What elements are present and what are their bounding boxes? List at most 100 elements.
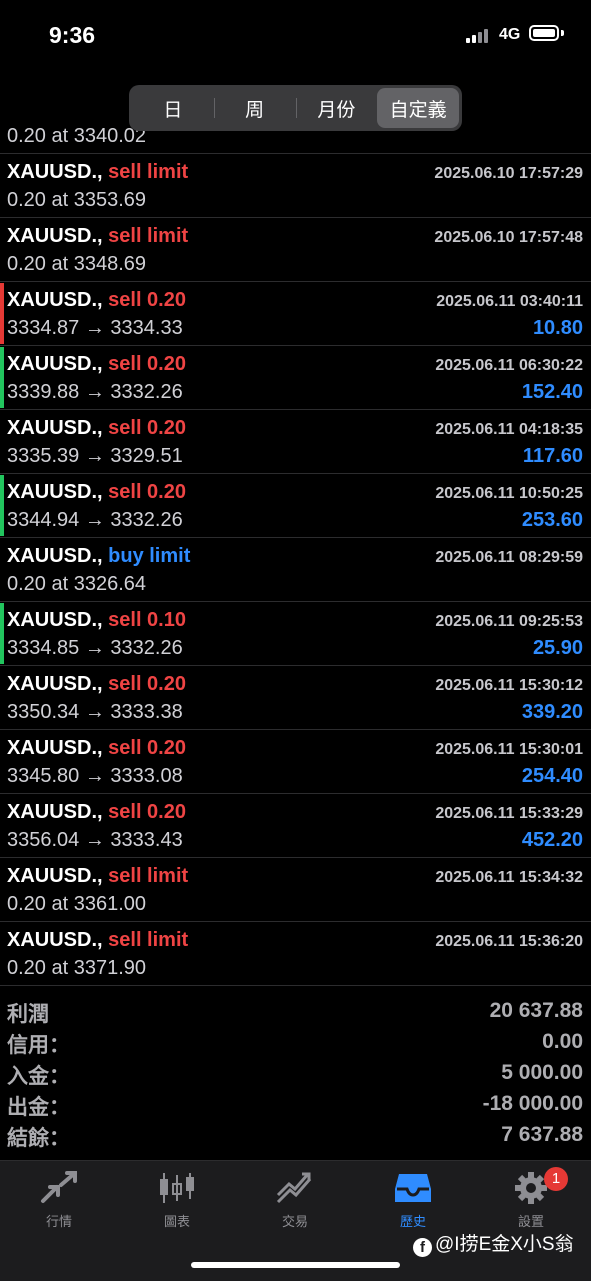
order-profit: 10.80: [532, 317, 583, 339]
tab-label: 交易: [281, 1214, 308, 1229]
order-symbol: XAUUSD.,: [7, 929, 103, 951]
order-detail: 3345.80 → 3333.08: [7, 765, 183, 787]
list-item-order[interactable]: XAUUSD., sell limit 2025.06.10 17:57:29 0.…: [0, 154, 591, 218]
order-symbol: XAUUSD.,: [7, 353, 103, 375]
order-time: 2025.06.11 04:18:35: [435, 421, 583, 438]
summary-label: 出金：: [7, 1096, 70, 1119]
order-time: 2025.06.11 15:30:01: [435, 741, 583, 758]
order-symbol: XAUUSD.,: [7, 225, 103, 247]
order-detail: 0.20 at 3348.69: [7, 253, 147, 275]
order-detail: 3334.87 → 3334.33: [7, 317, 183, 339]
order-time: 2025.06.11 03:40:11: [436, 293, 583, 310]
order-profit: 25.90: [532, 637, 583, 659]
battery-tip: [561, 30, 564, 36]
tab-label: 行情: [45, 1214, 72, 1229]
facebook-icon: f: [413, 1238, 432, 1257]
order-title: XAUUSD., sell 0.20: [7, 289, 186, 312]
list-item-order[interactable]: XAUUSD., sell 0.20 2025.06.11 04:18:35 333…: [0, 410, 591, 474]
list-item-order[interactable]: XAUUSD., sell 0.20 2025.06.11 15:30:01 334…: [0, 730, 591, 794]
order-symbol: XAUUSD.,: [7, 161, 103, 183]
list-item-order[interactable]: XAUUSD., buy limit 2025.06.11 08:29:59 0.2…: [0, 538, 591, 602]
tab-charts[interactable]: 圖表: [118, 1171, 236, 1233]
summary-value: 0.00: [542, 1030, 583, 1053]
order-detail: 3344.94 → 3332.26: [7, 509, 183, 531]
order-symbol: XAUUSD.,: [7, 673, 103, 695]
candlestick-chart-icon: [160, 1173, 194, 1203]
list-item-order[interactable]: XAUUSD., sell limit 2025.06.11 15:34:32 0.…: [0, 858, 591, 922]
segment-day[interactable]: 日: [132, 88, 214, 128]
summary-row-credit: 信用： 0.00: [0, 1027, 591, 1058]
order-title: XAUUSD., sell 0.20: [7, 481, 186, 504]
order-type: sell 0.10: [102, 609, 186, 631]
order-time: 2025.06.11 06:30:22: [435, 357, 583, 374]
order-time: 2025.06.11 08:29:59: [435, 549, 583, 566]
order-symbol: XAUUSD.,: [7, 737, 103, 759]
notification-badge: 1: [544, 1167, 568, 1191]
order-time: 2025.06.10 17:57:48: [434, 229, 583, 246]
home-indicator: [191, 1262, 400, 1268]
list-item-order[interactable]: XAUUSD., sell 0.20 2025.06.11 06:30:22 333…: [0, 346, 591, 410]
order-profit: 254.40: [521, 765, 583, 787]
order-title: XAUUSD., sell limit: [7, 865, 188, 888]
order-profit: 253.60: [521, 509, 583, 531]
history-tray-icon: [395, 1174, 431, 1202]
order-title: XAUUSD., buy limit: [7, 545, 190, 568]
network-type: 4G: [499, 26, 521, 43]
summary-value: -18 000.00: [482, 1092, 583, 1115]
history-list[interactable]: 0.20 at 3340.02 XAUUSD., sell limit 2025.…: [0, 108, 591, 990]
order-time: 2025.06.11 09:25:53: [435, 613, 583, 630]
order-title: XAUUSD., sell limit: [7, 225, 188, 248]
order-type: buy limit: [102, 545, 191, 567]
order-profit: 452.20: [521, 829, 583, 851]
tab-settings[interactable]: 1 設置: [472, 1167, 590, 1233]
list-item-order[interactable]: XAUUSD., sell 0.20 2025.06.11 10:50:25 334…: [0, 474, 591, 538]
order-title: XAUUSD., sell 0.10: [7, 609, 186, 632]
summary-label: 結餘：: [7, 1127, 70, 1150]
tab-history[interactable]: 歷史: [354, 1171, 472, 1233]
list-item-order[interactable]: XAUUSD., sell 0.10 2025.06.11 09:25:53 333…: [0, 602, 591, 666]
order-type: sell limit: [102, 865, 189, 887]
summary-label: 入金：: [7, 1065, 70, 1088]
list-item-order[interactable]: XAUUSD., sell 0.20 2025.06.11 15:33:29 335…: [0, 794, 591, 858]
watermark: f @I捞E金X小S翁: [413, 1229, 574, 1257]
list-item-order[interactable]: XAUUSD., sell limit 2025.06.11 15:36:20 0.…: [0, 922, 591, 986]
order-title: XAUUSD., sell 0.20: [7, 673, 186, 696]
order-detail: 3335.39 → 3329.51: [7, 445, 183, 467]
order-time: 2025.06.11 15:36:20: [435, 933, 583, 950]
period-segmented-control[interactable]: 日 周 月份 自定義: [129, 85, 462, 131]
order-detail: 0.20 at 3353.69: [7, 189, 147, 211]
list-item-order[interactable]: XAUUSD., sell limit 2025.06.10 17:57:48 0.…: [0, 218, 591, 282]
order-profit: 117.60: [522, 445, 583, 467]
list-item-order[interactable]: XAUUSD., sell 0.20 2025.06.11 03:40:11 333…: [0, 282, 591, 346]
order-type: sell limit: [102, 929, 189, 951]
order-title: XAUUSD., sell 0.20: [7, 353, 186, 376]
segment-month[interactable]: 月份: [295, 88, 378, 128]
order-symbol: XAUUSD.,: [7, 801, 103, 823]
status-bar-indicator: [0, 347, 4, 408]
segment-custom[interactable]: 自定義: [377, 88, 459, 128]
order-time: 2025.06.11 15:30:12: [435, 677, 583, 694]
summary-value: 5 000.00: [501, 1061, 583, 1084]
status-bar: 9:36 4G: [0, 0, 591, 70]
order-detail: 3339.88 → 3332.26: [7, 381, 183, 403]
tab-label: 設置: [517, 1214, 544, 1229]
segment-week[interactable]: 周: [213, 88, 296, 128]
order-type: sell 0.20: [102, 289, 186, 311]
order-type: sell 0.20: [102, 737, 186, 759]
order-time: 2025.06.11 10:50:25: [435, 485, 583, 502]
account-summary: 利潤 20 637.88 信用： 0.00 入金： 5 000.00 出金： -…: [0, 996, 591, 1151]
tab-quotes[interactable]: 行情: [0, 1171, 118, 1233]
order-title: XAUUSD., sell 0.20: [7, 801, 186, 824]
order-symbol: XAUUSD.,: [7, 545, 103, 567]
order-type: sell 0.20: [102, 481, 186, 503]
order-title: XAUUSD., sell limit: [7, 929, 188, 952]
list-item-order[interactable]: XAUUSD., sell 0.20 2025.06.11 15:30:12 335…: [0, 666, 591, 730]
order-type: sell 0.20: [102, 417, 186, 439]
cellular-signal-icon: [466, 27, 494, 43]
status-time: 9:36: [49, 22, 96, 48]
order-detail: 3334.85 → 3332.26: [7, 637, 183, 659]
order-symbol: XAUUSD.,: [7, 289, 103, 311]
status-bar-indicator: [0, 283, 4, 344]
tab-trade[interactable]: 交易: [236, 1171, 354, 1233]
summary-value: 7 637.88: [501, 1123, 583, 1146]
